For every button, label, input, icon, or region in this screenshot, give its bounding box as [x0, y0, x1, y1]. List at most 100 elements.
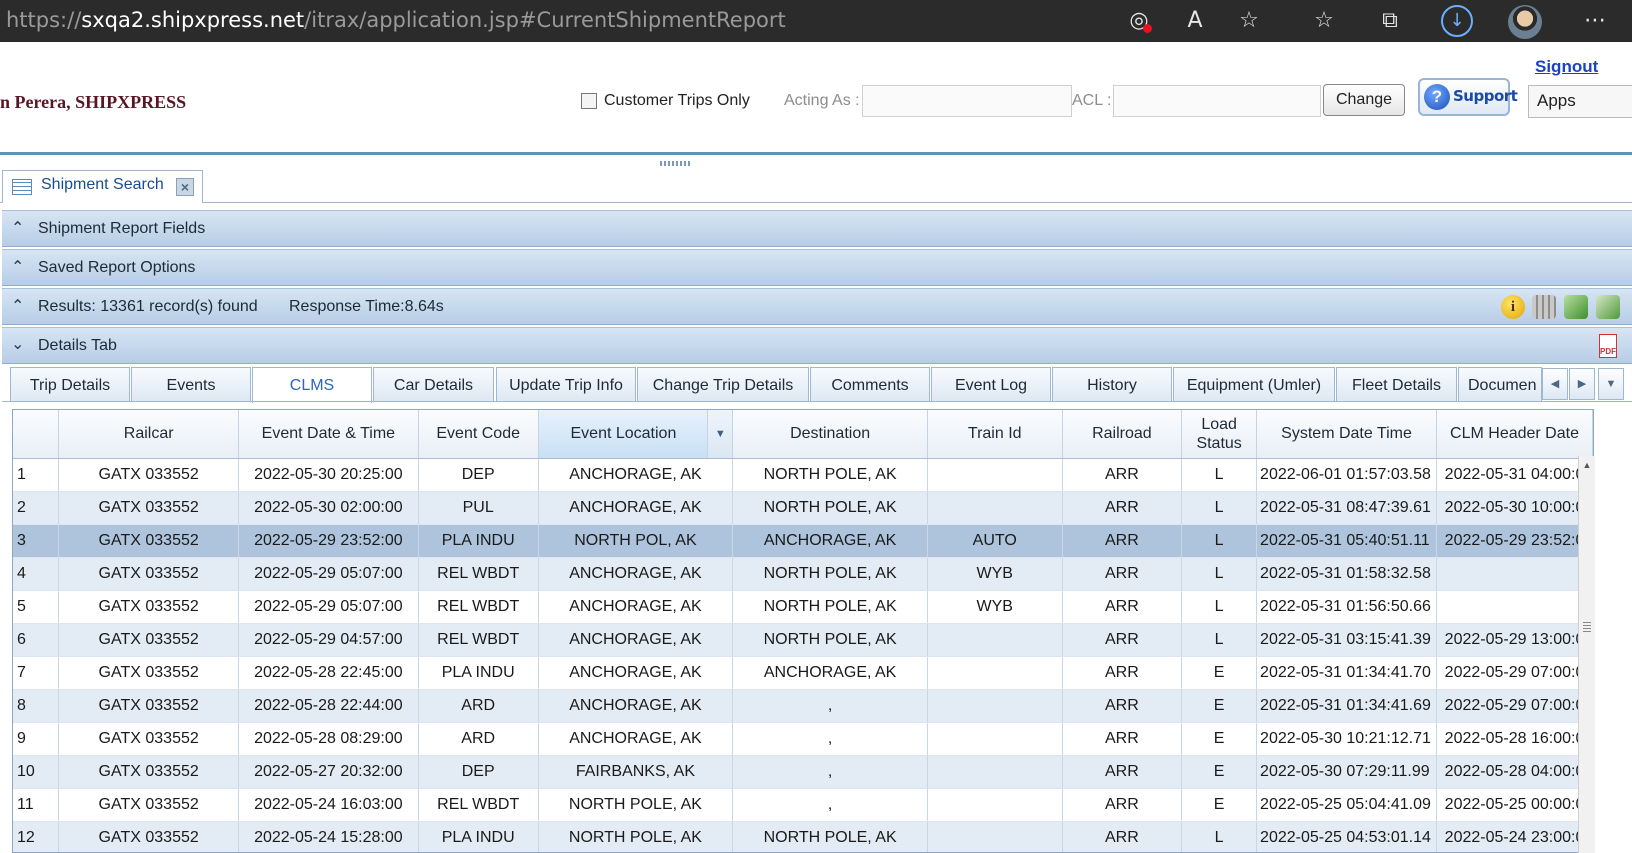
cell-railcar: GATX 033552 [58, 557, 239, 591]
url-host: sxqa2.shipxpress.net [81, 8, 305, 32]
col-event-location[interactable]: Event Location ▼ [538, 410, 734, 459]
tab-comments[interactable]: Comments [810, 367, 930, 402]
cell-load-status: E [1181, 722, 1258, 756]
change-button[interactable]: Change [1323, 84, 1405, 116]
tab-events[interactable]: Events [131, 367, 251, 402]
cell-destination: ANCHORAGE, AK [732, 524, 928, 558]
address-bar[interactable]: https://sxqa2.shipxpress.net/itrax/appli… [6, 8, 786, 32]
customer-trips-label: Customer Trips Only [604, 92, 750, 109]
col-train-id[interactable]: Train Id [927, 410, 1063, 459]
tab-change-trip-details[interactable]: Change Trip Details [637, 367, 809, 402]
columns-icon[interactable] [1532, 295, 1556, 319]
cell-train-id [927, 491, 1063, 525]
col-event-code[interactable]: Event Code [418, 410, 539, 459]
table-row[interactable]: 12 GATX 033552 2022-05-24 15:28:00 PLA INDU… [13, 821, 1593, 852]
col-system-date-time[interactable]: System Date Time [1256, 410, 1438, 459]
panel-results[interactable]: ⌃ Results: 13361 record(s) found Respons… [2, 288, 1632, 325]
user-name: n Perera, SHIPXPRESS [0, 92, 187, 112]
col-destination[interactable]: Destination [732, 410, 928, 459]
tab-scroll-right-icon[interactable]: ▶ [1569, 368, 1595, 400]
clms-table: Railcar Event Date & Time Event Code Eve… [13, 410, 1593, 852]
export-icon[interactable] [1564, 295, 1588, 319]
tab-scroll-left-icon[interactable]: ◀ [1542, 368, 1568, 400]
cell-clm-header-date [1436, 557, 1593, 591]
table-row[interactable]: 2 GATX 033552 2022-05-30 02:00:00 PUL ANCHOR… [13, 491, 1593, 525]
grid-vertical-scrollbar[interactable]: ▲ [1578, 456, 1595, 853]
tab-label: Shipment Search [41, 176, 164, 193]
panel-saved-report-options[interactable]: ⌃ Saved Report Options [2, 249, 1632, 286]
cell-railroad: ARR [1062, 755, 1183, 789]
tab-shipment-search[interactable]: Shipment Search × [2, 170, 203, 203]
cell-system-date-time: 2022-05-31 01:56:50.66 [1256, 590, 1438, 624]
cell-event-code: PLA INDU [418, 821, 539, 852]
table-row[interactable]: 4 GATX 033552 2022-05-29 05:07:00 REL WBDT A… [13, 557, 1593, 591]
download-icon[interactable]: ↓ [1441, 5, 1473, 37]
tab-update-trip-info[interactable]: Update Trip Info [496, 367, 636, 402]
scroll-up-icon[interactable]: ▲ [1579, 456, 1595, 474]
col-event-date-time[interactable]: Event Date & Time [238, 410, 419, 459]
tab-trip-details[interactable]: Trip Details [10, 367, 130, 402]
close-icon[interactable]: × [176, 178, 194, 196]
cell-railroad: ARR [1062, 590, 1183, 624]
table-row[interactable]: 3 GATX 033552 2022-05-29 23:52:00 PLA INDU N… [13, 524, 1593, 558]
tab-car-details[interactable]: Car Details [373, 367, 494, 402]
scroll-grip[interactable] [1583, 622, 1591, 632]
tracking-prevention-icon[interactable]: ◎ [1125, 7, 1153, 35]
export-excel-icon[interactable] [1596, 295, 1620, 319]
table-row[interactable]: 11 GATX 033552 2022-05-24 16:03:00 REL WBDT… [13, 788, 1593, 822]
cell-railcar: GATX 033552 [58, 623, 239, 657]
info-icon[interactable]: i [1501, 295, 1525, 319]
col-clm-header-date[interactable]: CLM Header Date [1436, 410, 1593, 459]
apps-select[interactable]: Apps [1528, 85, 1632, 118]
column-menu-icon[interactable]: ▼ [707, 410, 732, 458]
tab-fleet-details[interactable]: Fleet Details [1336, 367, 1457, 402]
panel-shipment-report-fields[interactable]: ⌃ Shipment Report Fields [2, 210, 1632, 247]
tab-event-log[interactable]: Event Log [931, 367, 1051, 402]
table-row[interactable]: 8 GATX 033552 2022-05-28 22:44:00 ARD ANCHOR… [13, 689, 1593, 723]
cell-load-status: E [1181, 755, 1258, 789]
collections-icon[interactable]: ⧉ [1376, 7, 1404, 35]
table-row[interactable]: 1 GATX 033552 2022-05-30 20:25:00 DEP ANCHOR… [13, 458, 1593, 492]
cell-event-code: PLA INDU [418, 656, 539, 690]
cell-destination: NORTH POLE, AK [732, 623, 928, 657]
acl-input[interactable] [1113, 85, 1321, 117]
acl-label: ACL : [1072, 92, 1112, 109]
pdf-icon[interactable]: PDF [1599, 334, 1617, 358]
panel-details-tab[interactable]: ⌄ Details Tab PDF [2, 327, 1632, 364]
table-row[interactable]: 5 GATX 033552 2022-05-29 05:07:00 REL WBDT A… [13, 590, 1593, 624]
tab-documents[interactable]: Documen [1458, 367, 1542, 402]
cell-railcar: GATX 033552 [58, 590, 239, 624]
tab-list-dropdown-icon[interactable]: ▼ [1598, 368, 1624, 400]
tab-equipment-umler[interactable]: Equipment (Umler) [1173, 367, 1335, 402]
acting-as-input[interactable] [862, 85, 1072, 117]
cell-event-location: ANCHORAGE, AK [538, 590, 734, 624]
col-railroad[interactable]: Railroad [1062, 410, 1183, 459]
favorites-icon[interactable]: ☆ [1310, 7, 1338, 35]
cell-event-date-time: 2022-05-28 08:29:00 [238, 722, 419, 756]
cell-railroad: ARR [1062, 623, 1183, 657]
table-row[interactable]: 10 GATX 033552 2022-05-27 20:32:00 DEP FAIRB… [13, 755, 1593, 789]
cell-train-id [927, 458, 1063, 492]
signout-link[interactable]: Signout [1535, 57, 1598, 77]
cell-railroad: ARR [1062, 722, 1183, 756]
tab-history[interactable]: History [1052, 367, 1172, 402]
profile-avatar[interactable] [1508, 5, 1542, 39]
cell-clm-header-date: 2022-05-31 04:00:0 [1436, 458, 1593, 492]
cell-train-id [927, 755, 1063, 789]
tab-clms[interactable]: CLMS [252, 367, 372, 403]
cell-rownum: 8 [13, 689, 60, 723]
more-menu-icon[interactable]: ⋯ [1581, 7, 1609, 35]
col-load-status[interactable]: Load Status [1181, 410, 1258, 459]
cell-event-date-time: 2022-05-28 22:45:00 [238, 656, 419, 690]
table-row[interactable]: 9 GATX 033552 2022-05-28 08:29:00 ARD ANCHOR… [13, 722, 1593, 756]
table-row[interactable]: 7 GATX 033552 2022-05-28 22:45:00 PLA INDU A… [13, 656, 1593, 690]
read-aloud-icon[interactable]: A [1181, 7, 1209, 35]
cell-rownum: 12 [13, 821, 60, 852]
cell-railcar: GATX 033552 [58, 458, 239, 492]
header-divider [0, 152, 1632, 155]
col-railcar[interactable]: Railcar [58, 410, 239, 459]
add-favorite-icon[interactable]: ☆ [1235, 7, 1263, 35]
support-button[interactable]: ? Support [1418, 78, 1518, 116]
customer-trips-checkbox[interactable] [581, 93, 597, 109]
table-row[interactable]: 6 GATX 033552 2022-05-29 04:57:00 REL WBDT A… [13, 623, 1593, 657]
